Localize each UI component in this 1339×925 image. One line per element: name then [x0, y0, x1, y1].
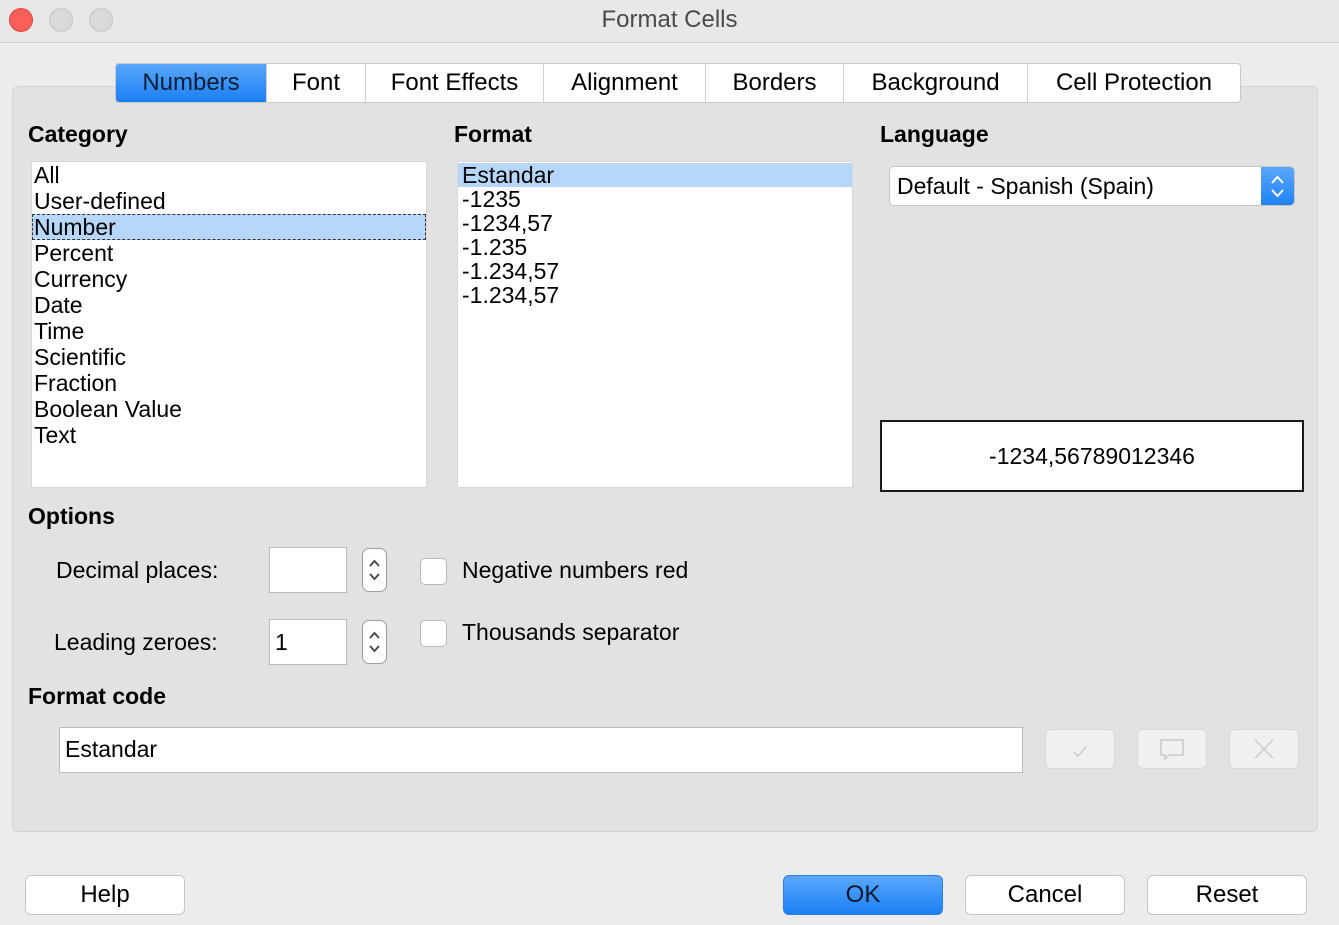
- format-item[interactable]: -1.235: [458, 235, 852, 259]
- category-item-number[interactable]: Number: [32, 214, 426, 240]
- format-item[interactable]: -1.234,57: [458, 283, 852, 307]
- format-item[interactable]: Estandar: [458, 163, 852, 187]
- tab-numbers[interactable]: Numbers: [116, 64, 267, 102]
- delete-format-button[interactable]: [1229, 729, 1299, 769]
- thousands-separator-checkbox[interactable]: [420, 620, 447, 647]
- category-item-fraction[interactable]: Fraction: [32, 370, 426, 396]
- category-item-percent[interactable]: Percent: [32, 240, 426, 266]
- tab-background[interactable]: Background: [844, 64, 1028, 102]
- decimal-places-field[interactable]: [269, 547, 347, 593]
- comment-icon: [1160, 739, 1184, 761]
- thousands-separator-label: Thousands separator: [462, 619, 680, 645]
- category-item-date[interactable]: Date: [32, 292, 426, 318]
- language-heading: Language: [880, 121, 989, 147]
- negative-red-checkbox[interactable]: [420, 558, 447, 585]
- checkmark-icon: [1073, 746, 1087, 758]
- decimal-places-stepper[interactable]: [362, 548, 387, 592]
- tab-alignment[interactable]: Alignment: [544, 64, 706, 102]
- tab-borders[interactable]: Borders: [706, 64, 844, 102]
- decimal-places-label: Decimal places:: [56, 557, 219, 583]
- window-title: Format Cells: [601, 6, 738, 33]
- category-item-user-defined[interactable]: User-defined: [32, 188, 426, 214]
- format-preview: -1234,56789012346: [880, 420, 1304, 492]
- format-code-input[interactable]: Estandar: [59, 727, 1023, 773]
- stepper-arrows-icon: [369, 559, 380, 581]
- format-item[interactable]: -1235: [458, 187, 852, 211]
- options-heading: Options: [28, 503, 115, 529]
- category-item-all[interactable]: All: [32, 162, 426, 188]
- language-select[interactable]: Default - Spanish (Spain): [889, 166, 1295, 206]
- category-item-scientific[interactable]: Scientific: [32, 344, 426, 370]
- leading-zeroes-label: Leading zeroes:: [54, 629, 218, 655]
- tab-font[interactable]: Font: [267, 64, 366, 102]
- negative-red-label: Negative numbers red: [462, 557, 689, 583]
- category-item-boolean-value[interactable]: Boolean Value: [32, 396, 426, 422]
- category-heading: Category: [28, 121, 128, 147]
- edit-comment-button[interactable]: [1137, 729, 1207, 769]
- tab-font-effects[interactable]: Font Effects: [366, 64, 544, 102]
- add-format-button[interactable]: [1045, 729, 1115, 769]
- category-listbox[interactable]: All User-defined Number Percent Currency…: [31, 161, 427, 488]
- updown-chevron-icon: [1261, 167, 1294, 205]
- tab-cell-protection[interactable]: Cell Protection: [1028, 64, 1240, 102]
- tab-bar: Numbers Font Font Effects Alignment Bord…: [115, 63, 1241, 103]
- leading-zeroes-stepper[interactable]: [362, 620, 387, 664]
- format-code-heading: Format code: [28, 683, 167, 709]
- help-button[interactable]: Help: [25, 875, 185, 915]
- cancel-button[interactable]: Cancel: [965, 875, 1125, 915]
- format-item[interactable]: -1.234,57: [458, 259, 852, 283]
- format-listbox[interactable]: Estandar -1235 -1234,57 -1.235 -1.234,57…: [457, 161, 853, 488]
- category-item-time[interactable]: Time: [32, 318, 426, 344]
- stepper-arrows-icon: [369, 631, 380, 653]
- leading-zeroes-field[interactable]: 1: [269, 619, 347, 665]
- category-item-currency[interactable]: Currency: [32, 266, 426, 292]
- close-icon: [1254, 739, 1274, 759]
- format-item[interactable]: -1234,57: [458, 211, 852, 235]
- format-heading: Format: [454, 121, 532, 147]
- category-item-text[interactable]: Text: [32, 422, 426, 448]
- reset-button[interactable]: Reset: [1147, 875, 1307, 915]
- language-select-value: Default - Spanish (Spain): [897, 173, 1154, 199]
- ok-button[interactable]: OK: [783, 875, 943, 915]
